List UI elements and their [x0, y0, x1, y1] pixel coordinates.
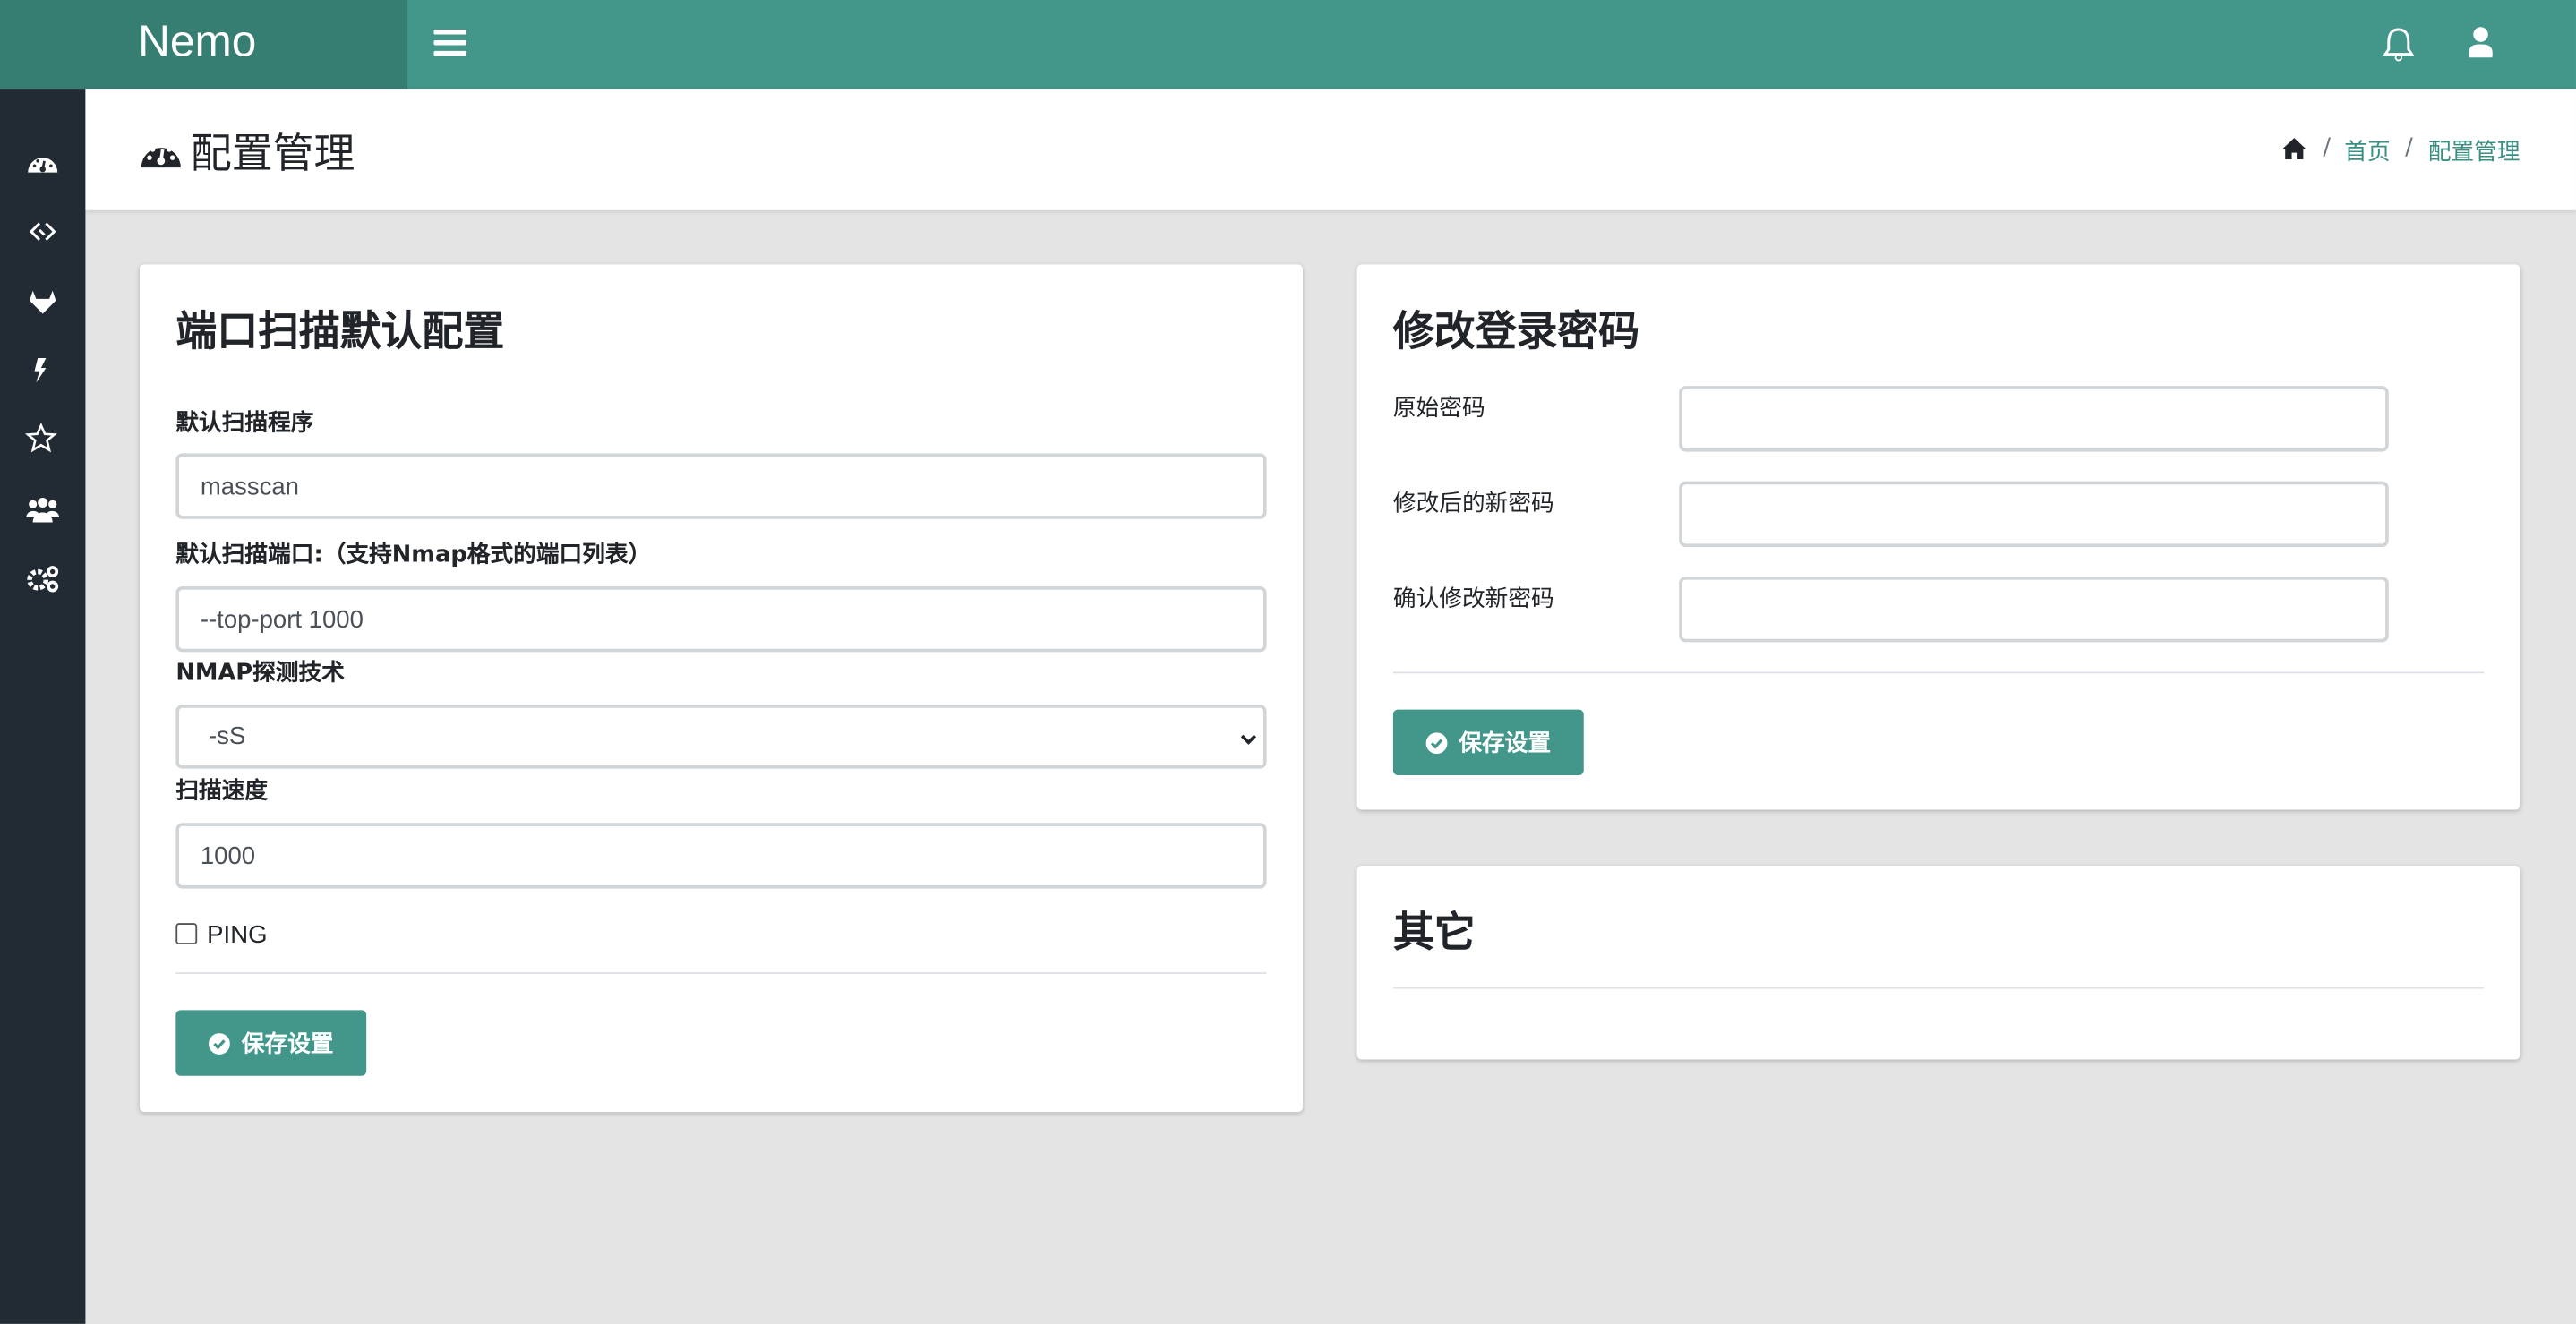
- old-password-input[interactable]: [1679, 386, 2389, 452]
- sidebar: [0, 89, 86, 1324]
- confirm-password-label: 确认修改新密码: [1392, 586, 1554, 613]
- password-title: 修改登录密码: [1392, 307, 1640, 355]
- ports-input[interactable]: --top-port 1000: [175, 586, 1267, 653]
- rate-input[interactable]: 1000: [175, 823, 1267, 889]
- save-button-label: 保存设置: [241, 1031, 334, 1058]
- check-circle-icon: [1425, 731, 1448, 754]
- confirm-password-input[interactable]: [1679, 577, 2389, 643]
- program-input[interactable]: masscan: [175, 453, 1267, 519]
- home-icon[interactable]: [2281, 136, 2308, 167]
- rate-label: 扫描速度: [175, 778, 269, 806]
- other-card: [1356, 865, 2520, 1060]
- new-password-input[interactable]: [1679, 481, 2389, 547]
- ping-checkbox[interactable]: [175, 923, 198, 945]
- cogs-icon[interactable]: [23, 562, 63, 595]
- page-title: 配置管理: [190, 129, 355, 178]
- users-icon[interactable]: [23, 492, 63, 525]
- tech-select-value: -sS: [209, 722, 246, 751]
- save-button-label: 保存设置: [1459, 730, 1552, 757]
- save-port-scan-button[interactable]: 保存设置: [175, 1010, 367, 1076]
- check-circle-icon: [209, 1032, 230, 1055]
- breadcrumb-separator: /: [2405, 134, 2413, 161]
- divider: [1392, 987, 2485, 989]
- brand[interactable]: Nemo: [0, 0, 408, 90]
- tech-label: NMAP探测技术: [175, 660, 345, 687]
- breadcrumb-current: 配置管理: [2427, 139, 2520, 167]
- ports-label: 默认扫描端口:（支持Nmap格式的端口列表）: [175, 542, 652, 568]
- dashboard-icon[interactable]: [23, 146, 63, 179]
- brand-name: Nemo: [138, 16, 257, 66]
- user-icon[interactable]: [2468, 26, 2494, 65]
- divider: [1392, 671, 2485, 674]
- program-label: 默认扫描程序: [175, 410, 314, 438]
- new-password-label: 修改后的新密码: [1392, 491, 1554, 517]
- port-scan-title: 端口扫描默认配置: [175, 307, 505, 355]
- app-root: Nemo 配置管理 / 首页 / 配置管理 端口扫描默认配置 默认扫描程序 ma…: [0, 0, 2576, 1324]
- star-icon[interactable]: [23, 423, 63, 456]
- bolt-icon[interactable]: [23, 353, 63, 386]
- other-title: 其它: [1392, 908, 1476, 956]
- breadcrumb-separator: /: [2323, 134, 2332, 161]
- save-password-button[interactable]: 保存设置: [1392, 709, 1584, 776]
- divider: [175, 972, 1267, 975]
- gitlab-icon[interactable]: [23, 284, 63, 317]
- hamburger-menu-icon[interactable]: [433, 28, 467, 57]
- breadcrumb-home[interactable]: 首页: [2344, 134, 2390, 167]
- dashboard-icon: [138, 132, 184, 177]
- bell-icon[interactable]: [2382, 26, 2415, 69]
- old-password-label: 原始密码: [1392, 396, 1485, 423]
- ping-label: PING: [207, 921, 268, 950]
- link-icon[interactable]: [23, 215, 63, 248]
- chevron-down-icon: [1238, 724, 1258, 756]
- tech-select[interactable]: -sS: [175, 705, 1267, 769]
- content-header: [85, 89, 2576, 210]
